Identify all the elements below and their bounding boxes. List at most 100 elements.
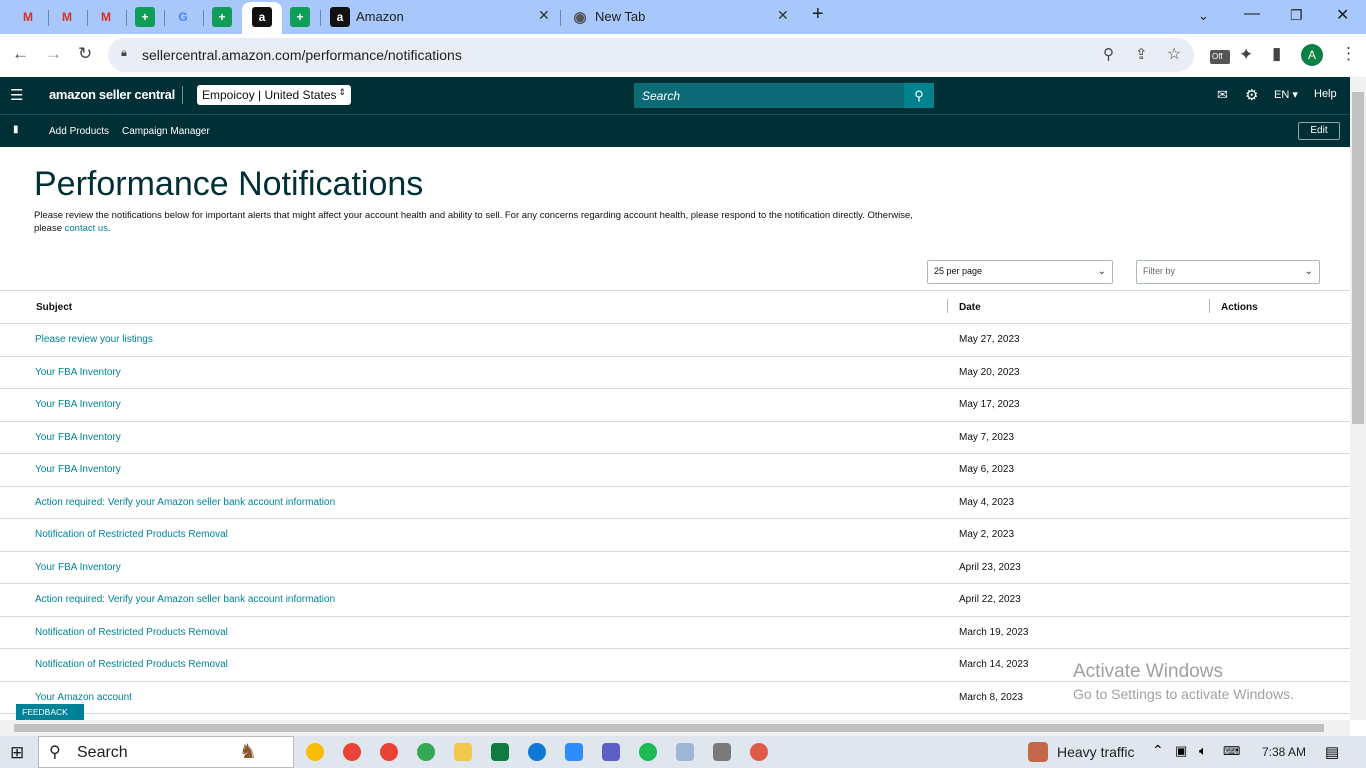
taskbar-search-label: Search xyxy=(77,744,128,761)
sheets-tab-icon[interactable]: + xyxy=(290,7,310,27)
mail-icon[interactable]: ✉ xyxy=(1217,87,1228,103)
language-selector[interactable]: EN ▾ xyxy=(1274,88,1298,101)
google-tab-icon[interactable]: G xyxy=(173,7,193,27)
notification-subject-link[interactable]: Your FBA Inventory xyxy=(0,453,947,487)
weather-text[interactable]: Heavy traffic xyxy=(1057,744,1135,760)
help-link[interactable]: Help xyxy=(1314,88,1337,100)
store-selector[interactable]: Empoicoy | United States ⇕ xyxy=(197,85,351,105)
feedback-button[interactable]: FEEDBACK ✕ xyxy=(16,704,84,727)
taskbar-search[interactable]: ⚲ Search ♞ xyxy=(38,736,294,768)
back-icon[interactable]: ← xyxy=(12,44,29,64)
minimize-icon[interactable]: — xyxy=(1244,5,1260,23)
address-bar[interactable]: 🔒︎ sellercentral.amazon.com/performance/… xyxy=(108,38,1194,72)
network-icon[interactable]: ▣ xyxy=(1175,743,1187,759)
horizontal-scrollbar-thumb[interactable] xyxy=(14,724,1324,732)
extension-off-badge[interactable]: Off xyxy=(1210,50,1230,64)
restore-icon[interactable]: ❐ xyxy=(1290,7,1303,24)
browser-toolbar: ← → ↻ 🔒︎ sellercentral.amazon.com/perfor… xyxy=(0,34,1366,77)
volume-icon[interactable]: 🔈︎ xyxy=(1199,743,1207,759)
chrome-taskbar-icon[interactable] xyxy=(417,743,435,761)
contact-us-link[interactable]: contact us. xyxy=(65,223,111,234)
sheets-tab-icon[interactable]: + xyxy=(212,7,232,27)
notification-subject-link[interactable]: Your Amazon account xyxy=(0,681,947,714)
paint-icon[interactable] xyxy=(750,743,768,761)
clock-time[interactable]: 7:38 AM xyxy=(1262,745,1306,759)
gmail-tab-icon[interactable]: M xyxy=(57,7,77,27)
horse-illustration-icon: ♞ xyxy=(239,741,257,763)
tab-divider xyxy=(320,10,321,26)
notification-date: May 2, 2023 xyxy=(947,518,1209,552)
column-header-subject[interactable]: Subject xyxy=(0,290,947,324)
notification-subject-link[interactable]: Your FBA Inventory xyxy=(0,551,947,584)
notification-subject-link[interactable]: Please review your listings xyxy=(0,323,947,357)
new-tab-icon[interactable]: + xyxy=(812,3,824,26)
notification-date: April 23, 2023 xyxy=(947,551,1209,584)
vertical-scrollbar-thumb[interactable] xyxy=(1352,92,1364,424)
excel-icon[interactable] xyxy=(491,743,509,761)
hamburger-menu-icon[interactable]: ☰ xyxy=(10,86,23,104)
chrome-taskbar-icon[interactable] xyxy=(380,743,398,761)
windows-start-icon[interactable]: ⊞ xyxy=(10,743,24,763)
tab-title-new-tab[interactable]: New Tab xyxy=(595,9,645,24)
close-window-icon[interactable]: ✕ xyxy=(1336,5,1349,25)
profile-avatar[interactable]: A xyxy=(1301,44,1323,66)
filter-select[interactable]: Filter by ⌄ xyxy=(1136,260,1320,284)
edge-icon[interactable] xyxy=(528,743,546,761)
notepad-icon[interactable] xyxy=(676,743,694,761)
chrome-tab-icon[interactable]: ◉ xyxy=(570,7,590,27)
notification-subject-link[interactable]: Action required: Verify your Amazon sell… xyxy=(0,486,947,519)
notifications-icon[interactable]: ▤ xyxy=(1325,743,1339,761)
bookmark-icon[interactable]: ▮ xyxy=(13,124,19,135)
header-search-input[interactable]: Search xyxy=(634,83,904,108)
media-app-icon[interactable] xyxy=(602,743,620,761)
nav-item-campaign-manager[interactable]: Campaign Manager xyxy=(122,126,210,137)
calculator-icon[interactable] xyxy=(713,743,731,761)
side-panel-icon[interactable]: ▮ xyxy=(1272,44,1281,64)
search-icon[interactable]: ⚲ xyxy=(904,83,934,108)
file-explorer-icon[interactable] xyxy=(454,743,472,761)
zoom-icon[interactable]: ⚲ xyxy=(1103,45,1114,63)
gear-icon[interactable]: ⚙ xyxy=(1245,86,1258,104)
tab-close-icon[interactable]: ✕ xyxy=(538,7,550,24)
tab-close-icon[interactable]: ✕ xyxy=(777,7,789,24)
bookmark-star-icon[interactable]: ☆ xyxy=(1167,44,1181,64)
share-icon[interactable]: ⇪ xyxy=(1135,45,1148,63)
extensions-puzzle-icon[interactable]: ✦ xyxy=(1239,45,1253,65)
notification-actions xyxy=(1209,388,1350,422)
notification-subject-link[interactable]: Notification of Restricted Products Remo… xyxy=(0,616,947,649)
keyboard-icon[interactable]: ⌨ xyxy=(1223,744,1240,758)
table-row: Your FBA Inventory April 23, 2023 xyxy=(0,551,1350,584)
amazon-tab-icon[interactable]: a xyxy=(252,7,272,27)
per-page-select[interactable]: 25 per page ⌄ xyxy=(927,260,1113,284)
chevron-up-icon[interactable]: ⌃ xyxy=(1152,742,1164,759)
seller-central-logo[interactable]: amazon seller central xyxy=(49,87,175,102)
tab-search-chevron-icon[interactable]: ⌄ xyxy=(1198,8,1209,24)
chrome-menu-icon[interactable]: ⋮ xyxy=(1340,44,1357,64)
reload-icon[interactable]: ↻ xyxy=(78,44,92,64)
amazon-tab-icon[interactable]: a xyxy=(330,7,350,27)
spotify-icon[interactable] xyxy=(639,743,657,761)
weather-icon[interactable] xyxy=(1028,742,1048,762)
notification-subject-link[interactable]: Action required: Verify your Amazon sell… xyxy=(0,583,947,617)
sheets-tab-icon[interactable]: + xyxy=(135,7,155,27)
notification-actions xyxy=(1209,486,1350,519)
edit-nav-button[interactable]: Edit xyxy=(1298,122,1340,140)
notification-subject-link[interactable]: Your FBA Inventory xyxy=(0,421,947,454)
notification-subject-link[interactable]: Your FBA Inventory xyxy=(0,356,947,389)
nav-item-add-products[interactable]: Add Products xyxy=(49,126,109,137)
chrome-taskbar-icon[interactable] xyxy=(306,743,324,761)
tab-divider xyxy=(126,10,127,26)
notification-actions xyxy=(1209,518,1350,552)
tab-title-amazon[interactable]: Amazon xyxy=(356,9,404,24)
zoom-app-icon[interactable] xyxy=(565,743,583,761)
notification-subject-link[interactable]: Notification of Restricted Products Remo… xyxy=(0,518,947,552)
column-header-date[interactable]: Date xyxy=(947,290,1209,324)
url-text[interactable]: sellercentral.amazon.com/performance/not… xyxy=(142,47,462,63)
notification-subject-link[interactable]: Notification of Restricted Products Remo… xyxy=(0,648,947,682)
gmail-tab-icon[interactable]: M xyxy=(96,7,116,27)
forward-icon[interactable]: → xyxy=(45,44,62,64)
notification-subject-link[interactable]: Your FBA Inventory xyxy=(0,388,947,422)
notification-actions xyxy=(1209,583,1350,617)
gmail-tab-icon[interactable]: M xyxy=(18,7,38,27)
chrome-taskbar-icon[interactable] xyxy=(343,743,361,761)
